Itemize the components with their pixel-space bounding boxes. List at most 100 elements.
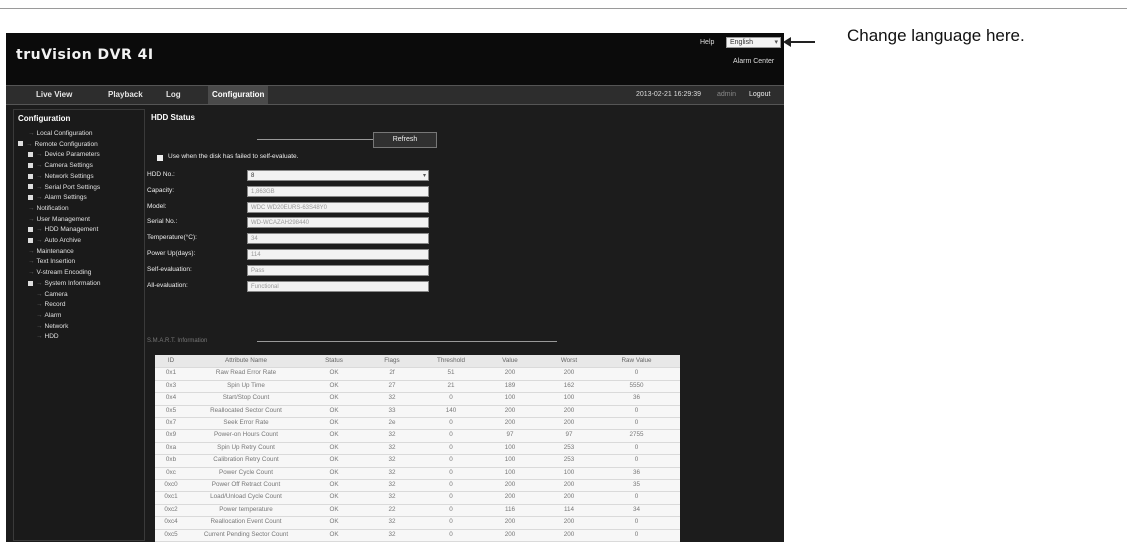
table-cell: Power temperature xyxy=(219,505,273,513)
expand-icon[interactable] xyxy=(28,227,33,233)
table-cell: 0 xyxy=(449,419,453,426)
column-header: Flags xyxy=(384,357,400,364)
tab-live-view[interactable]: Live View xyxy=(36,86,72,104)
tree-branch-icon: → xyxy=(28,269,35,277)
sidebar-item[interactable]: → Text Insertion xyxy=(28,258,75,265)
config-sidebar: Configuration → Local Configuration → Remot… xyxy=(13,109,145,541)
tab-configuration[interactable]: Configuration xyxy=(208,86,269,104)
table-cell: 0xc5 xyxy=(164,530,178,538)
table-cell: 0x5 xyxy=(165,406,177,414)
table-row: 0x1 Raw Read Error Rate OK 2f 51 200 200 0 xyxy=(155,367,680,381)
help-link[interactable]: Help xyxy=(700,39,714,46)
table-cell: 0 xyxy=(449,468,453,476)
table-cell: 0 xyxy=(449,394,453,402)
logout-button[interactable]: Logout xyxy=(749,86,770,104)
tree-branch-icon: → xyxy=(28,258,35,266)
table-cell: OK xyxy=(329,369,339,377)
field-value: 34 xyxy=(247,233,429,245)
tree-branch-icon: → xyxy=(36,333,43,341)
tree-branch-icon: → xyxy=(28,130,35,137)
language-select[interactable]: English ▾ xyxy=(726,37,781,48)
expand-icon[interactable] xyxy=(28,162,33,168)
tree-branch-icon: → xyxy=(36,172,43,180)
sidebar-item[interactable]: → Record xyxy=(36,301,65,308)
sidebar-item-label: Auto Archive xyxy=(44,237,82,244)
sidebar-item-label: Alarm Settings xyxy=(44,194,87,202)
table-cell: 0 xyxy=(634,530,639,538)
tree-branch-icon: → xyxy=(26,140,33,148)
sidebar-item[interactable]: → Auto Archive xyxy=(28,237,81,244)
sidebar-item-label: Network xyxy=(44,322,69,330)
table-cell: OK xyxy=(329,394,339,402)
sidebar-item[interactable]: → HDD xyxy=(36,333,59,340)
table-cell: 116 xyxy=(504,505,516,513)
page-title: HDD Status xyxy=(151,113,196,122)
table-cell: 200 xyxy=(504,419,516,426)
sidebar-item[interactable]: → Alarm Settings xyxy=(28,194,87,201)
column-header: Threshold xyxy=(436,357,465,364)
sidebar-item-label: Serial Port Settings xyxy=(44,183,101,191)
sidebar-item-label: Record xyxy=(44,301,66,309)
alarm-center-link[interactable]: Alarm Center xyxy=(733,58,774,65)
sidebar-item[interactable]: → Device Parameters xyxy=(28,151,100,158)
sidebar-item[interactable]: → System Information xyxy=(28,280,101,287)
sidebar-item[interactable]: → Camera Settings xyxy=(28,162,93,169)
annotation-text: Change language here. xyxy=(847,26,1025,45)
sidebar-item-label: Remote Configuration xyxy=(34,140,98,148)
sidebar-item[interactable]: → Remote Configuration xyxy=(18,141,98,148)
sidebar-item[interactable]: → Alarm xyxy=(36,312,61,319)
table-cell: 0 xyxy=(449,530,453,538)
sidebar-item[interactable]: → Serial Port Settings xyxy=(28,184,100,191)
language-select-value: English xyxy=(730,39,753,46)
expand-icon[interactable] xyxy=(28,194,33,200)
table-cell: 5550 xyxy=(629,381,644,389)
sidebar-item[interactable]: → Maintenance xyxy=(28,248,74,255)
tree-branch-icon: → xyxy=(36,226,43,234)
expand-icon[interactable] xyxy=(28,173,33,179)
refresh-button[interactable]: Refresh xyxy=(373,132,437,148)
table-cell: 200 xyxy=(563,406,575,414)
tab-log[interactable]: Log xyxy=(166,86,181,104)
tree-branch-icon: → xyxy=(36,237,43,244)
table-cell: 33 xyxy=(388,406,396,414)
tab-playback[interactable]: Playback xyxy=(108,86,143,104)
table-cell: OK xyxy=(329,419,339,426)
table-row: 0xb Calibration Retry Count OK 32 0 100 253 0 xyxy=(155,454,680,468)
sidebar-item[interactable]: → Network xyxy=(36,323,68,330)
expand-icon[interactable] xyxy=(28,237,33,243)
expand-icon[interactable] xyxy=(28,152,33,158)
table-row: 0xa Spin Up Retry Count OK 32 0 100 253 0 xyxy=(155,442,680,456)
table-row: 0xc2 Power temperature OK 22 0 116 114 34 xyxy=(155,504,680,518)
expand-icon[interactable] xyxy=(28,184,33,190)
sidebar-item[interactable]: → V-stream Encoding xyxy=(28,269,91,276)
table-cell: Start/Stop Count xyxy=(222,394,270,402)
table-cell: 200 xyxy=(563,481,575,488)
sidebar-item[interactable]: → User Management xyxy=(28,216,90,223)
sidebar-item[interactable]: → HDD Management xyxy=(28,226,98,233)
tree-branch-icon: → xyxy=(36,279,43,287)
sidebar-item[interactable]: → Network Settings xyxy=(28,173,94,180)
table-row: 0x3 Spin Up Time OK 27 21 189 162 5550 xyxy=(155,380,680,394)
table-cell: 36 xyxy=(632,468,640,476)
tree-branch-icon: → xyxy=(36,162,43,170)
table-cell: 0 xyxy=(449,456,453,464)
table-cell: 0x4 xyxy=(165,394,177,402)
sidebar-item[interactable]: → Local Configuration xyxy=(28,130,93,137)
field-label: Temperature(°C): xyxy=(147,234,197,242)
self-evaluate-checkbox[interactable] xyxy=(157,155,163,161)
main-panel: HDD Status Refresh Use when the disk has… xyxy=(147,109,784,542)
table-cell: 200 xyxy=(563,419,575,426)
expand-icon[interactable] xyxy=(18,141,23,147)
sidebar-item[interactable]: → Camera xyxy=(36,291,68,298)
sidebar-item-label: Text Insertion xyxy=(36,258,76,266)
field-value: Pass xyxy=(247,264,429,276)
table-row: 0x7 Seek Error Rate OK 2e 0 200 200 0 xyxy=(155,417,680,431)
field-label: HDD No.: xyxy=(147,171,175,178)
sidebar-item-label: User Management xyxy=(36,215,90,223)
table-cell: 0 xyxy=(449,443,453,451)
sidebar-item[interactable]: → Notification xyxy=(28,205,69,212)
hdd-number-select[interactable]: 8 ▾ xyxy=(247,170,429,181)
brand-logo-text: truVision DVR 4I xyxy=(16,47,154,63)
expand-icon[interactable] xyxy=(28,280,33,286)
table-cell: 0xc0 xyxy=(164,481,178,488)
